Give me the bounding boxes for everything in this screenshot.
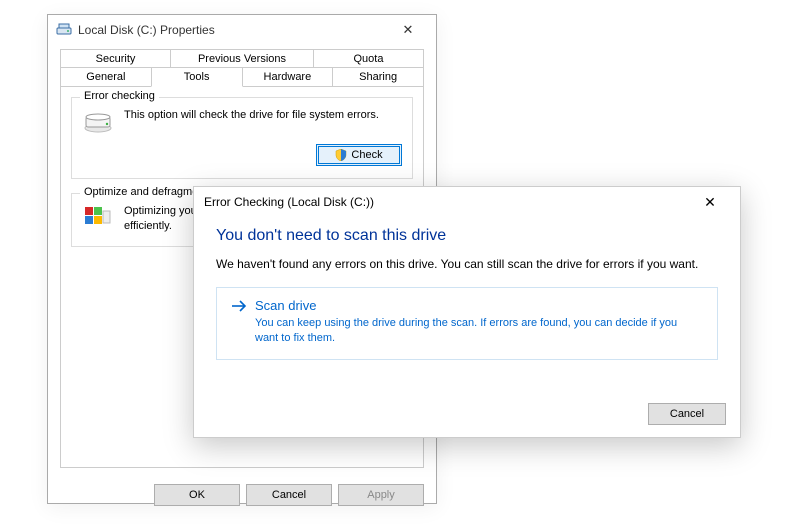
arrow-right-icon (231, 299, 247, 313)
error-cancel-button[interactable]: Cancel (648, 403, 726, 425)
properties-title: Local Disk (C:) Properties (78, 23, 388, 37)
error-checking-title: Error Checking (Local Disk (C:)) (204, 195, 690, 209)
scan-drive-sub: You can keep using the drive during the … (255, 316, 703, 347)
tab-sharing[interactable]: Sharing (332, 67, 424, 87)
drive-icon (56, 22, 72, 38)
error-checking-heading: You don't need to scan this drive (216, 227, 718, 245)
close-icon[interactable]: ✕ (388, 22, 428, 38)
tab-hardware[interactable]: Hardware (242, 67, 334, 87)
tab-general[interactable]: General (60, 67, 152, 87)
drive-check-icon (82, 108, 114, 136)
error-checking-desc: This option will check the drive for fil… (124, 108, 402, 123)
error-checking-message: We haven't found any errors on this driv… (216, 257, 718, 271)
cancel-button[interactable]: Cancel (246, 484, 332, 506)
scan-drive-option[interactable]: Scan drive You can keep using the drive … (216, 287, 718, 360)
close-icon[interactable]: ✕ (690, 194, 730, 211)
tabs-area: Security Previous Versions Quota General… (48, 45, 436, 87)
check-button[interactable]: Check (316, 144, 402, 166)
properties-titlebar[interactable]: Local Disk (C:) Properties ✕ (48, 15, 436, 45)
scan-drive-label: Scan drive (255, 298, 316, 313)
shield-icon (335, 149, 347, 161)
group-error-checking-legend: Error checking (80, 90, 159, 102)
error-checking-titlebar[interactable]: Error Checking (Local Disk (C:)) ✕ (194, 187, 740, 217)
apply-button[interactable]: Apply (338, 484, 424, 506)
group-error-checking: Error checking This option will check th… (71, 97, 413, 179)
error-checking-dialog: Error Checking (Local Disk (C:)) ✕ You d… (193, 186, 741, 438)
tab-security[interactable]: Security (60, 49, 171, 68)
defrag-icon (82, 204, 114, 232)
tab-previous-versions[interactable]: Previous Versions (170, 49, 314, 68)
properties-buttons: OK Cancel Apply (48, 476, 436, 516)
tab-tools[interactable]: Tools (151, 67, 243, 87)
ok-button[interactable]: OK (154, 484, 240, 506)
tab-quota[interactable]: Quota (313, 49, 424, 68)
check-button-label: Check (351, 149, 382, 161)
